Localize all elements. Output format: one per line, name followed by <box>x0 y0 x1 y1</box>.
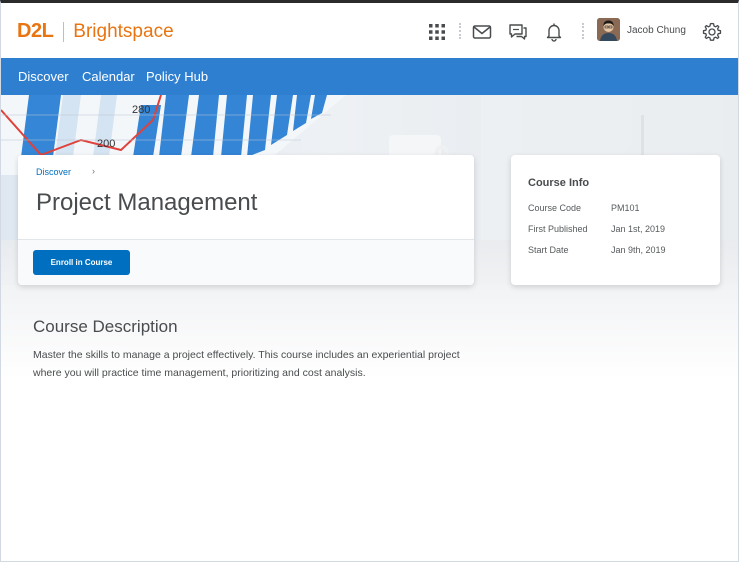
nav-item-policy-hub[interactable]: Policy Hub <box>146 69 208 84</box>
nav-item-calendar[interactable]: Calendar <box>82 69 135 84</box>
course-title-card-footer: Enroll in Course <box>18 240 474 285</box>
start-date-value: Jan 9th, 2019 <box>611 245 666 255</box>
main-nav: Discover Calendar Policy Hub <box>1 58 738 95</box>
user-name[interactable]: Jacob Chung <box>627 25 686 36</box>
first-published-value: Jan 1st, 2019 <box>611 224 666 234</box>
gear-icon[interactable] <box>701 21 723 43</box>
enroll-button[interactable]: Enroll in Course <box>33 250 130 275</box>
brightspace-logo-text: Brightspace <box>73 20 174 42</box>
chart-label-280: 280 <box>132 104 150 116</box>
page-title: Project Management <box>36 189 258 216</box>
mail-icon[interactable] <box>471 21 493 43</box>
course-description-text: Master the skills to manage a project ef… <box>33 349 460 379</box>
header-divider <box>582 23 586 39</box>
chart-label-200: 200 <box>97 138 115 150</box>
waffle-grid-icon[interactable] <box>426 21 448 43</box>
course-title-card-top: Discover › Project Management <box>18 155 474 240</box>
course-description-heading: Course Description <box>33 317 178 336</box>
logo-divider <box>63 21 65 42</box>
top-header: D2L Brightspace Jacob Chung <box>1 3 738 58</box>
header-divider <box>459 23 463 39</box>
nav-item-discover[interactable]: Discover <box>18 69 69 84</box>
chevron-right-icon: › <box>92 166 95 176</box>
first-published-label: First Published <box>528 224 588 234</box>
chat-icon[interactable] <box>507 21 529 43</box>
brand-logo[interactable]: D2L Brightspace <box>17 20 174 43</box>
course-code-value: PM101 <box>611 203 640 213</box>
course-info-title: Course Info <box>528 177 590 189</box>
d2l-logo-text: D2L <box>17 20 54 42</box>
breadcrumb[interactable]: Discover <box>36 167 71 177</box>
start-date-label: Start Date <box>528 245 569 255</box>
avatar[interactable] <box>597 18 620 41</box>
course-info-card: Course Info Course Code PM101 First Publ… <box>511 155 720 285</box>
course-title-card: Discover › Project Management Enroll in … <box>18 155 474 285</box>
course-code-label: Course Code <box>528 203 582 213</box>
bell-icon[interactable] <box>543 21 565 43</box>
